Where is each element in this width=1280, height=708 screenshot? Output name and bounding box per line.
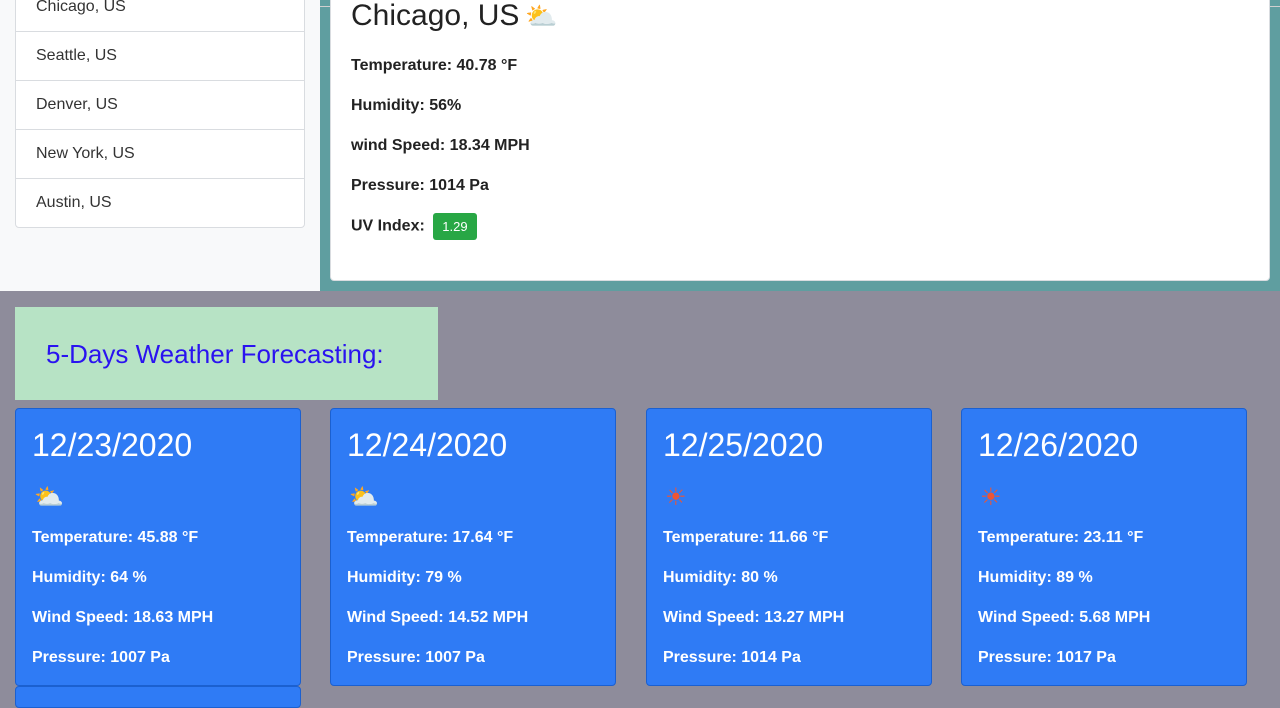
forecast-humidity: Humidity: 89 % bbox=[978, 569, 1093, 586]
forecast-date: 12/26/2020 bbox=[978, 427, 1139, 463]
forecast-card: 12/23/2020 ⛅ Temperature: 45.88 °F Humid… bbox=[15, 408, 301, 686]
city-item-chicago[interactable]: Chicago, US bbox=[16, 0, 304, 32]
cloud-sun-icon: ⛅ bbox=[525, 1, 558, 31]
forecast-temperature: Temperature: 23.11 °F bbox=[978, 529, 1144, 546]
forecast-date: 12/23/2020 bbox=[32, 427, 193, 463]
sun-icon: ☀ bbox=[980, 484, 1002, 511]
forecast-card: 12/26/2020 ☀ Temperature: 23.11 °F Humid… bbox=[961, 408, 1247, 686]
sun-icon: ☀ bbox=[665, 484, 687, 511]
forecast-card-partial bbox=[15, 686, 301, 708]
forecast-heading-box: 5-Days Weather Forecasting: bbox=[15, 307, 438, 400]
search-history-panel: Chicago, US Seattle, US Denver, US New Y… bbox=[0, 0, 320, 291]
forecast-card: 12/25/2020 ☀ Temperature: 11.66 °F Humid… bbox=[646, 408, 932, 686]
forecast-temperature: Temperature: 17.64 °F bbox=[347, 529, 514, 546]
city-item-new-york[interactable]: New York, US bbox=[16, 130, 304, 179]
forecast-humidity: Humidity: 80 % bbox=[663, 569, 778, 586]
city-item-austin[interactable]: Austin, US bbox=[16, 179, 304, 227]
forecast-temperature: Temperature: 45.88 °F bbox=[32, 529, 199, 546]
cloud-icon: ⛅ bbox=[34, 484, 64, 511]
uv-index-label: UV Index: bbox=[351, 217, 425, 235]
current-city-title: Chicago, US ⛅ bbox=[351, 0, 558, 33]
forecast-pressure: Pressure: 1007 Pa bbox=[32, 649, 170, 666]
forecast-humidity: Humidity: 64 % bbox=[32, 569, 147, 586]
city-item-seattle[interactable]: Seattle, US bbox=[16, 32, 304, 81]
current-humidity: Humidity: 56% bbox=[351, 97, 462, 114]
current-pressure: Pressure: 1014 Pa bbox=[351, 177, 489, 194]
forecast-humidity: Humidity: 79 % bbox=[347, 569, 462, 586]
forecast-date: 12/25/2020 bbox=[663, 427, 824, 463]
city-history-list: Chicago, US Seattle, US Denver, US New Y… bbox=[15, 0, 305, 228]
city-item-denver[interactable]: Denver, US bbox=[16, 81, 304, 130]
uv-index-badge: 1.29 bbox=[433, 213, 477, 240]
forecast-pressure: Pressure: 1017 Pa bbox=[978, 649, 1116, 666]
current-uv-index: UV Index: 1.29 bbox=[351, 213, 477, 240]
forecast-wind-speed: Wind Speed: 18.63 MPH bbox=[32, 609, 214, 626]
current-weather-card: Chicago, US ⛅ Temperature: 40.78 °F Humid… bbox=[330, 0, 1270, 281]
forecast-card: 12/24/2020 ⛅ Temperature: 17.64 °F Humid… bbox=[330, 408, 616, 686]
forecast-temperature: Temperature: 11.66 °F bbox=[663, 529, 829, 546]
forecast-wind-speed: Wind Speed: 14.52 MPH bbox=[347, 609, 529, 626]
cloud-icon: ⛅ bbox=[349, 484, 379, 511]
top-section: Chicago, US Seattle, US Denver, US New Y… bbox=[0, 0, 1280, 291]
current-wind-speed: wind Speed: 18.34 MPH bbox=[351, 137, 530, 154]
current-temperature: Temperature: 40.78 °F bbox=[351, 57, 518, 74]
forecast-date: 12/24/2020 bbox=[347, 427, 508, 463]
current-city-name: Chicago, US bbox=[351, 0, 520, 32]
forecast-pressure: Pressure: 1007 Pa bbox=[347, 649, 485, 666]
forecast-heading: 5-Days Weather Forecasting: bbox=[46, 339, 384, 369]
forecast-wind-speed: Wind Speed: 5.68 MPH bbox=[978, 609, 1151, 626]
forecast-pressure: Pressure: 1014 Pa bbox=[663, 649, 801, 666]
forecast-wind-speed: Wind Speed: 13.27 MPH bbox=[663, 609, 845, 626]
